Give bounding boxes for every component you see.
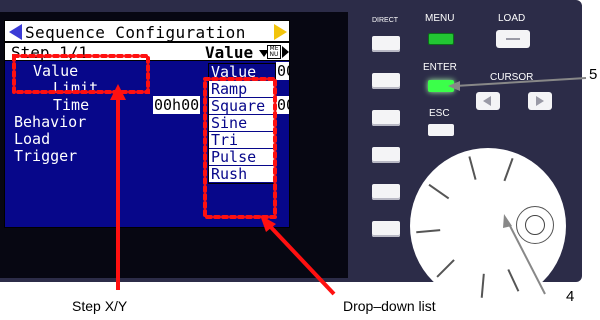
knob-tick: [507, 269, 520, 292]
triangle-left-icon[interactable]: [9, 24, 22, 40]
lcd-screen: Sequence Configuration Step 1/1 Value ME…: [4, 20, 290, 228]
param-behavior-label: Behavior: [14, 113, 87, 131]
minus-icon: [506, 38, 520, 40]
knob-dimple: [516, 206, 554, 244]
soft-key-5[interactable]: [372, 184, 400, 200]
param-load-label: Load: [14, 130, 51, 148]
knob-tick: [436, 259, 455, 278]
rotary-knob-icon[interactable]: [410, 148, 566, 304]
triangle-right-icon: [536, 96, 544, 106]
dropdown-caption: Drop–down list: [343, 298, 436, 314]
cursor-label: CURSOR: [490, 72, 534, 83]
dropdown-option-tri[interactable]: Tri: [209, 132, 275, 149]
load-button[interactable]: [496, 30, 530, 48]
dropdown-option-square[interactable]: Square: [209, 98, 275, 115]
dropdown-option-value[interactable]: Value: [209, 64, 275, 81]
menu-badge[interactable]: ME NU: [267, 45, 281, 59]
knob-tick: [468, 156, 477, 180]
value-dropdown[interactable]: Value: [205, 43, 253, 62]
enter-label: ENTER: [423, 62, 457, 73]
soft-key-2[interactable]: [372, 73, 400, 89]
title-bar: Sequence Configuration: [5, 21, 289, 43]
knob-dimple-ring: [525, 215, 545, 235]
esc-button[interactable]: [428, 124, 454, 136]
soft-key-6[interactable]: [372, 221, 400, 237]
param-time-hours[interactable]: 00h00: [153, 96, 201, 114]
cursor-left-button[interactable]: [476, 92, 500, 110]
dropdown-option-sine[interactable]: Sine: [209, 115, 275, 132]
soft-key-3[interactable]: [372, 110, 400, 126]
param-time-seconds[interactable]: 000s: [276, 96, 289, 114]
dropdown-option-rush[interactable]: Rush: [209, 166, 275, 183]
param-trigger-label: Trigger: [14, 147, 78, 165]
dropdown-list: Value Ramp Square Sine Tri Pulse Rush: [208, 63, 276, 184]
knob-tick: [428, 183, 450, 200]
callout-number-4: 4: [566, 288, 575, 305]
param-value-label: Value: [33, 62, 79, 80]
direct-label: DIRECT: [372, 17, 399, 24]
knob-tick: [416, 229, 441, 234]
triangle-left-icon: [483, 96, 491, 106]
enter-button[interactable]: [428, 80, 454, 92]
step-caption: Step X/Y: [72, 298, 128, 314]
step-row: Step 1/1 Value ME NU: [5, 43, 289, 62]
menu-label: MENU: [425, 13, 455, 24]
cursor-right-button[interactable]: [528, 92, 552, 110]
knob-tick: [503, 158, 514, 182]
param-time-label: Time: [53, 96, 90, 114]
load-label: LOAD: [498, 13, 526, 24]
triangle-right-icon[interactable]: [274, 24, 287, 40]
esc-label: ESC: [429, 108, 450, 119]
dropdown-option-pulse[interactable]: Pulse: [209, 149, 275, 166]
triangle-right-icon: [282, 46, 289, 58]
param-value-value[interactable]: 00A: [276, 62, 289, 80]
soft-key-1[interactable]: [372, 36, 400, 52]
dropdown-option-ramp[interactable]: Ramp: [209, 81, 275, 98]
callout-number-5: 5: [589, 66, 598, 83]
menu-button[interactable]: [428, 33, 454, 45]
param-limit-label: Limit: [53, 79, 99, 97]
step-indicator[interactable]: Step 1/1: [11, 43, 88, 62]
knob-tick: [480, 273, 485, 298]
soft-key-4[interactable]: [372, 147, 400, 163]
page-title: Sequence Configuration: [25, 23, 246, 42]
